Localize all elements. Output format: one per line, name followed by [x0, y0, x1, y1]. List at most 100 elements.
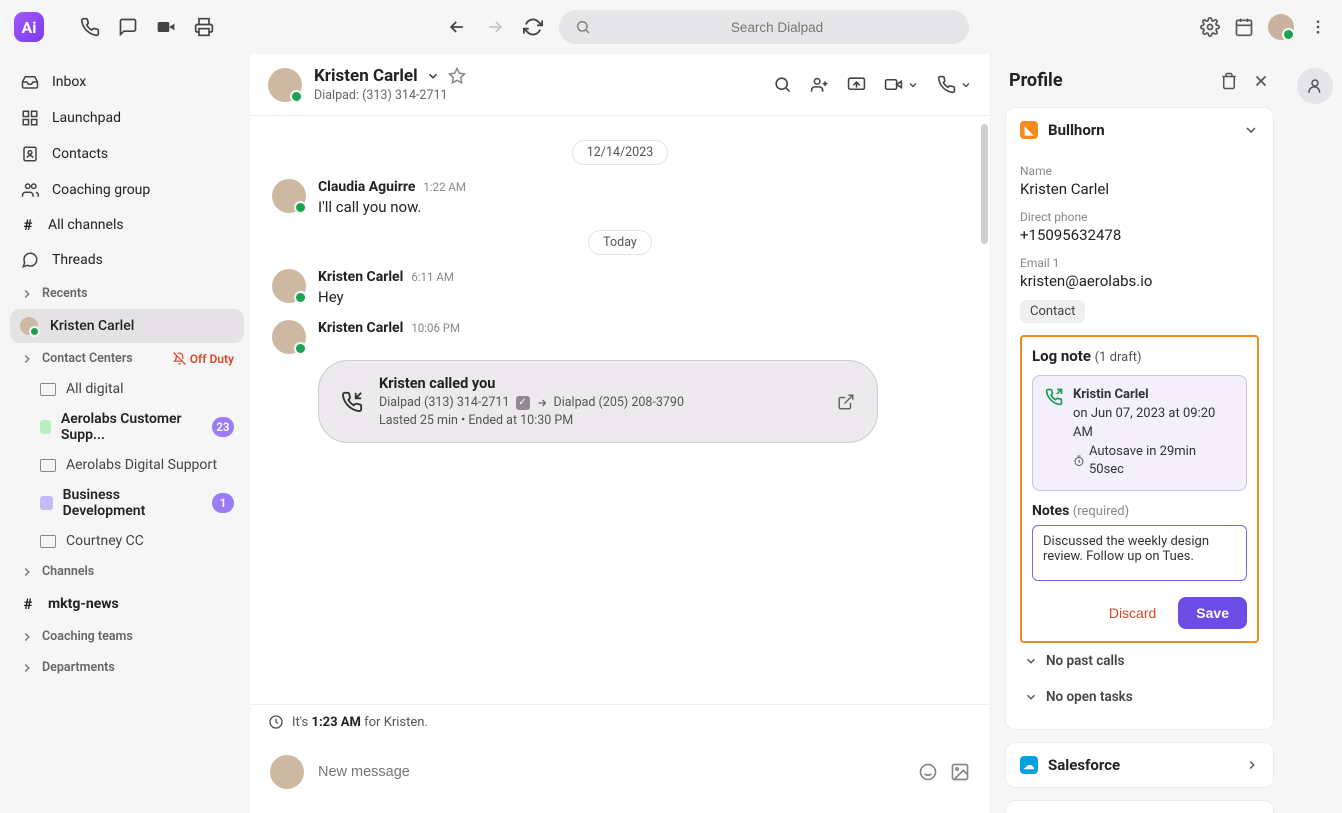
settings-icon[interactable]: [1200, 17, 1220, 37]
calendar-icon[interactable]: [1234, 17, 1254, 37]
message-time: 6:11 AM: [411, 270, 454, 284]
log-note-box: Log note (1 draft) Kristin Carlel on Jun…: [1020, 335, 1259, 643]
integration-header[interactable]: ◣ Bullhorn: [1006, 108, 1273, 152]
coaching-icon: [20, 180, 40, 200]
author-avatar[interactable]: [272, 269, 306, 303]
profile-panel: Profile ◣ Bullhorn Name Kristen Ca: [990, 54, 1288, 813]
hash-icon: #: [20, 216, 36, 234]
nav-label: Launchpad: [52, 110, 121, 126]
bell-off-icon: [173, 352, 186, 365]
save-button[interactable]: Save: [1178, 597, 1247, 629]
outgoing-call-icon: [1045, 388, 1063, 480]
call-title: Kristen called you: [379, 375, 684, 392]
section-channels[interactable]: Channels: [10, 556, 244, 587]
section-coaching-teams[interactable]: Coaching teams: [10, 621, 244, 652]
back-button[interactable]: [445, 15, 469, 39]
message-icon[interactable]: [118, 17, 138, 37]
search-input[interactable]: [601, 20, 953, 35]
conversation-pane: Kristen Carlel Dialpad: (313) 314-2711 1…: [250, 54, 990, 813]
call-card[interactable]: Kristen called you Dialpad (313) 314-271…: [318, 360, 878, 443]
chevron-right-icon: [20, 565, 34, 579]
channel-mktg-news[interactable]: # mktg-news: [10, 587, 244, 621]
author-avatar[interactable]: [272, 179, 306, 213]
chevron-right-icon: [20, 352, 34, 366]
cc-aerolabs-customer[interactable]: Aerolabs Customer Supp...23: [10, 404, 244, 450]
chevron-down-icon[interactable]: [426, 69, 440, 83]
log-call-card[interactable]: Kristin Carlel on Jun 07, 2023 at 09:20 …: [1032, 375, 1247, 491]
section-label: Contact Centers: [42, 351, 133, 366]
emoji-icon[interactable]: [918, 762, 938, 782]
app-logo[interactable]: Ai: [14, 12, 44, 42]
message-time: 10:06 PM: [411, 321, 460, 335]
message: Claudia Aguirre1:22 AM I'll call you now…: [272, 179, 968, 216]
forward-button: [483, 15, 507, 39]
hash-icon: #: [20, 595, 36, 613]
user-avatar[interactable]: [1268, 14, 1294, 40]
call-button[interactable]: [937, 75, 972, 94]
chevron-down-icon: [1243, 122, 1259, 138]
message: Kristen Carlel6:11 AM Hey: [272, 269, 968, 306]
chevron-right-icon: [20, 630, 34, 644]
fax-icon[interactable]: [194, 17, 214, 37]
scrollbar[interactable]: [981, 124, 988, 713]
off-duty-indicator[interactable]: Off Duty: [173, 352, 234, 366]
search-messages-icon[interactable]: [773, 75, 792, 94]
section-contact-centers[interactable]: Contact Centers Off Duty: [10, 343, 244, 374]
profile-rail-button[interactable]: [1297, 68, 1333, 104]
unread-badge: 23: [212, 417, 234, 437]
section-recents[interactable]: Recents: [10, 278, 244, 309]
contact-type-chip: Contact: [1020, 300, 1085, 323]
cc-all-digital[interactable]: All digital: [10, 374, 244, 404]
video-icon[interactable]: [156, 17, 176, 37]
monitor-icon: [40, 383, 56, 396]
integration-salesforce: ☁ Salesforce: [1005, 742, 1274, 788]
video-call-button[interactable]: [884, 75, 919, 94]
date-divider: Today: [272, 230, 968, 255]
nav-inbox[interactable]: Inbox: [10, 64, 244, 100]
nav-launchpad[interactable]: Launchpad: [10, 100, 244, 136]
star-icon[interactable]: [448, 67, 466, 85]
unread-badge: 1: [212, 493, 234, 513]
image-icon[interactable]: [950, 762, 970, 782]
refresh-button[interactable]: [521, 15, 545, 39]
nav-contacts[interactable]: Contacts: [10, 136, 244, 172]
author-avatar[interactable]: [272, 320, 306, 354]
message-body: I'll call you now.: [318, 198, 466, 216]
delete-icon[interactable]: [1220, 72, 1238, 90]
message-scroll[interactable]: 12/14/2023 Claudia Aguirre1:22 AM I'll c…: [250, 116, 990, 704]
author-name: Kristen Carlel: [318, 269, 403, 285]
integration-bullhorn: ◣ Bullhorn Name Kristen Carlel Direct ph…: [1005, 107, 1274, 730]
screen-share-icon[interactable]: [847, 75, 866, 94]
contact-sub: Dialpad: (313) 314-2711: [314, 88, 466, 103]
composer-input[interactable]: [318, 764, 904, 780]
notes-textarea[interactable]: [1032, 525, 1247, 581]
integration-header[interactable]: ☁ Salesforce: [1006, 743, 1273, 787]
integration-header[interactable]: Z Zendesk: [1006, 801, 1273, 813]
cc-aerolabs-digital[interactable]: Aerolabs Digital Support: [10, 450, 244, 480]
recent-contact[interactable]: Kristen Carlel: [10, 309, 244, 343]
nav-all-channels[interactable]: # All channels: [10, 208, 244, 242]
cc-business-dev[interactable]: Business Development1: [10, 480, 244, 526]
close-icon[interactable]: [1252, 72, 1270, 90]
nav-label: Contacts: [52, 146, 108, 162]
open-external-icon[interactable]: [837, 393, 855, 411]
add-person-icon[interactable]: [810, 75, 829, 94]
nav-label: Threads: [52, 252, 103, 268]
search-bar[interactable]: [559, 10, 969, 44]
kebab-menu-icon[interactable]: [1308, 17, 1328, 37]
conversation-header: Kristen Carlel Dialpad: (313) 314-2711: [250, 54, 990, 116]
phone-icon[interactable]: [80, 17, 100, 37]
field-value: +15095632478: [1020, 226, 1259, 244]
section-label: Departments: [42, 660, 115, 675]
open-tasks-toggle[interactable]: No open tasks: [1020, 679, 1259, 715]
nav-coaching-group[interactable]: Coaching group: [10, 172, 244, 208]
discard-button[interactable]: Discard: [1099, 597, 1166, 629]
incoming-call-icon: [341, 391, 363, 413]
nav-threads[interactable]: Threads: [10, 242, 244, 278]
section-departments[interactable]: Departments: [10, 652, 244, 683]
past-calls-toggle[interactable]: No past calls: [1020, 643, 1259, 679]
square-icon: [40, 420, 51, 434]
chevron-down-icon: [960, 79, 972, 91]
contact-avatar[interactable]: [268, 68, 302, 102]
cc-courtney[interactable]: Courtney CC: [10, 526, 244, 556]
